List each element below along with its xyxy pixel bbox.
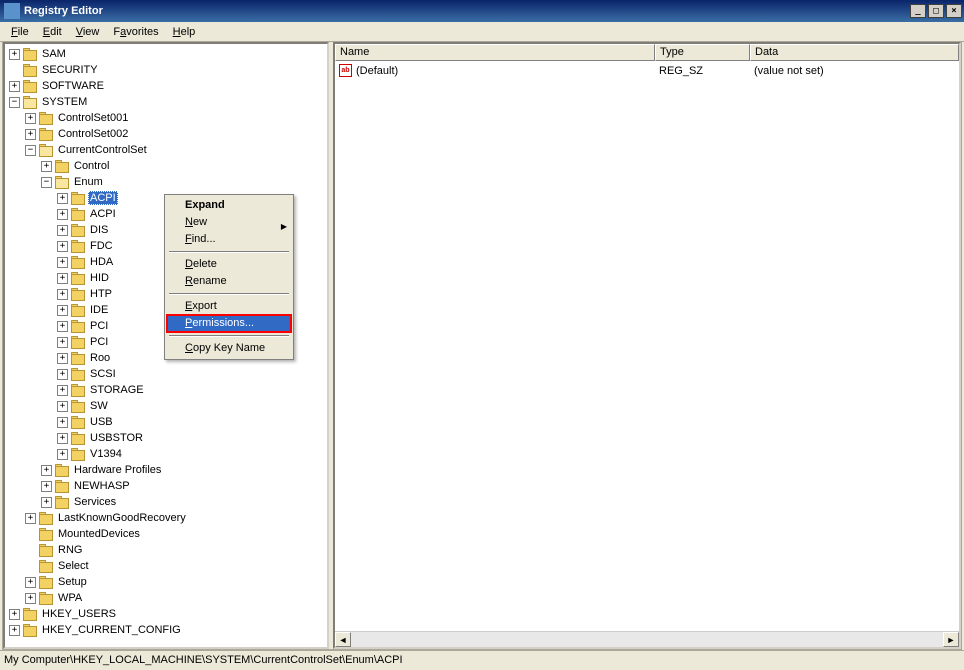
tree-node-enum[interactable]: −Enum <box>41 174 325 190</box>
value-name: (Default) <box>356 65 398 77</box>
tree-node-controlset001[interactable]: +ControlSet001 <box>25 110 325 126</box>
value-row[interactable]: ab (Default) REG_SZ (value not set) <box>335 62 959 79</box>
ctx-permissions[interactable]: Permissions... <box>167 315 291 332</box>
value-type: REG_SZ <box>655 65 750 77</box>
tree-node-hkey-current-config[interactable]: +HKEY_CURRENT_CONFIG <box>9 622 325 638</box>
context-menu: Expand New Find... Delete Rename Export … <box>164 194 294 360</box>
maximize-button[interactable]: □ <box>928 4 944 18</box>
ctx-separator <box>169 335 289 337</box>
tree-node-newhasp[interactable]: +NEWHASP <box>41 478 325 494</box>
tree-node-wpa[interactable]: +WPA <box>25 590 325 606</box>
status-bar: My Computer\HKEY_LOCAL_MACHINE\SYSTEM\Cu… <box>0 650 964 668</box>
ctx-separator <box>169 293 289 295</box>
ctx-expand[interactable]: Expand <box>167 197 291 214</box>
content-area: +SAM ·SECURITY +SOFTWARE −SYSTEM +Contro… <box>2 42 962 650</box>
scroll-left-button[interactable]: ◄ <box>335 632 351 647</box>
tree-node-usb[interactable]: +USB <box>57 414 325 430</box>
ctx-find[interactable]: Find... <box>167 231 291 248</box>
tree-node-system[interactable]: −SYSTEM <box>9 94 325 110</box>
menu-file[interactable]: File <box>4 24 36 40</box>
tree-node-lastknowngoodrecovery[interactable]: +LastKnownGoodRecovery <box>25 510 325 526</box>
menu-help[interactable]: Help <box>166 24 203 40</box>
scroll-right-button[interactable]: ► <box>943 632 959 647</box>
ctx-new[interactable]: New <box>167 214 291 231</box>
tree-node-services[interactable]: +Services <box>41 494 325 510</box>
window-title: Registry Editor <box>24 5 910 17</box>
tree-node-usbstor[interactable]: +USBSTOR <box>57 430 325 446</box>
minimize-button[interactable]: _ <box>910 4 926 18</box>
tree-node-mounteddevices[interactable]: ·MountedDevices <box>25 526 325 542</box>
menu-bar: File Edit View Favorites Help <box>0 22 964 42</box>
ctx-copy-key-name[interactable]: Copy Key Name <box>167 340 291 357</box>
column-data[interactable]: Data <box>750 44 959 61</box>
menu-view[interactable]: View <box>69 24 107 40</box>
menu-edit[interactable]: Edit <box>36 24 69 40</box>
ctx-separator <box>169 251 289 253</box>
tree-node-controlset002[interactable]: +ControlSet002 <box>25 126 325 142</box>
tree-node-v1394[interactable]: +V1394 <box>57 446 325 462</box>
title-bar: Registry Editor _ □ × <box>0 0 964 22</box>
ctx-delete[interactable]: Delete <box>167 256 291 273</box>
tree-node-storage[interactable]: +STORAGE <box>57 382 325 398</box>
ctx-export[interactable]: Export <box>167 298 291 315</box>
tree-node-setup[interactable]: +Setup <box>25 574 325 590</box>
tree-node-software[interactable]: +SOFTWARE <box>9 78 325 94</box>
tree-node-currentcontrolset[interactable]: −CurrentControlSet <box>25 142 325 158</box>
close-button[interactable]: × <box>946 4 962 18</box>
column-name[interactable]: Name <box>335 44 655 61</box>
tree-node-sw[interactable]: +SW <box>57 398 325 414</box>
values-pane: Name Type Data ab (Default) REG_SZ (value… <box>333 42 961 649</box>
horizontal-scrollbar[interactable]: ◄ ► <box>335 631 959 647</box>
tree-node-hardware-profiles[interactable]: +Hardware Profiles <box>41 462 325 478</box>
tree-node-sam[interactable]: +SAM <box>9 46 325 62</box>
tree-node-scsi[interactable]: +SCSI <box>57 366 325 382</box>
column-headers: Name Type Data <box>335 44 959 61</box>
tree-node-rng[interactable]: ·RNG <box>25 542 325 558</box>
value-data: (value not set) <box>750 65 959 77</box>
tree-node-security[interactable]: ·SECURITY <box>9 62 325 78</box>
app-icon <box>4 3 20 19</box>
tree-node-hkey-users[interactable]: +HKEY_USERS <box>9 606 325 622</box>
window-controls: _ □ × <box>910 4 964 18</box>
column-type[interactable]: Type <box>655 44 750 61</box>
ctx-rename[interactable]: Rename <box>167 273 291 290</box>
values-list[interactable]: ab (Default) REG_SZ (value not set) <box>335 61 959 631</box>
tree-node-select[interactable]: ·Select <box>25 558 325 574</box>
menu-favorites[interactable]: Favorites <box>106 24 165 40</box>
scroll-track[interactable] <box>351 632 943 647</box>
tree-node-control[interactable]: +Control <box>41 158 325 174</box>
string-value-icon: ab <box>339 64 352 77</box>
